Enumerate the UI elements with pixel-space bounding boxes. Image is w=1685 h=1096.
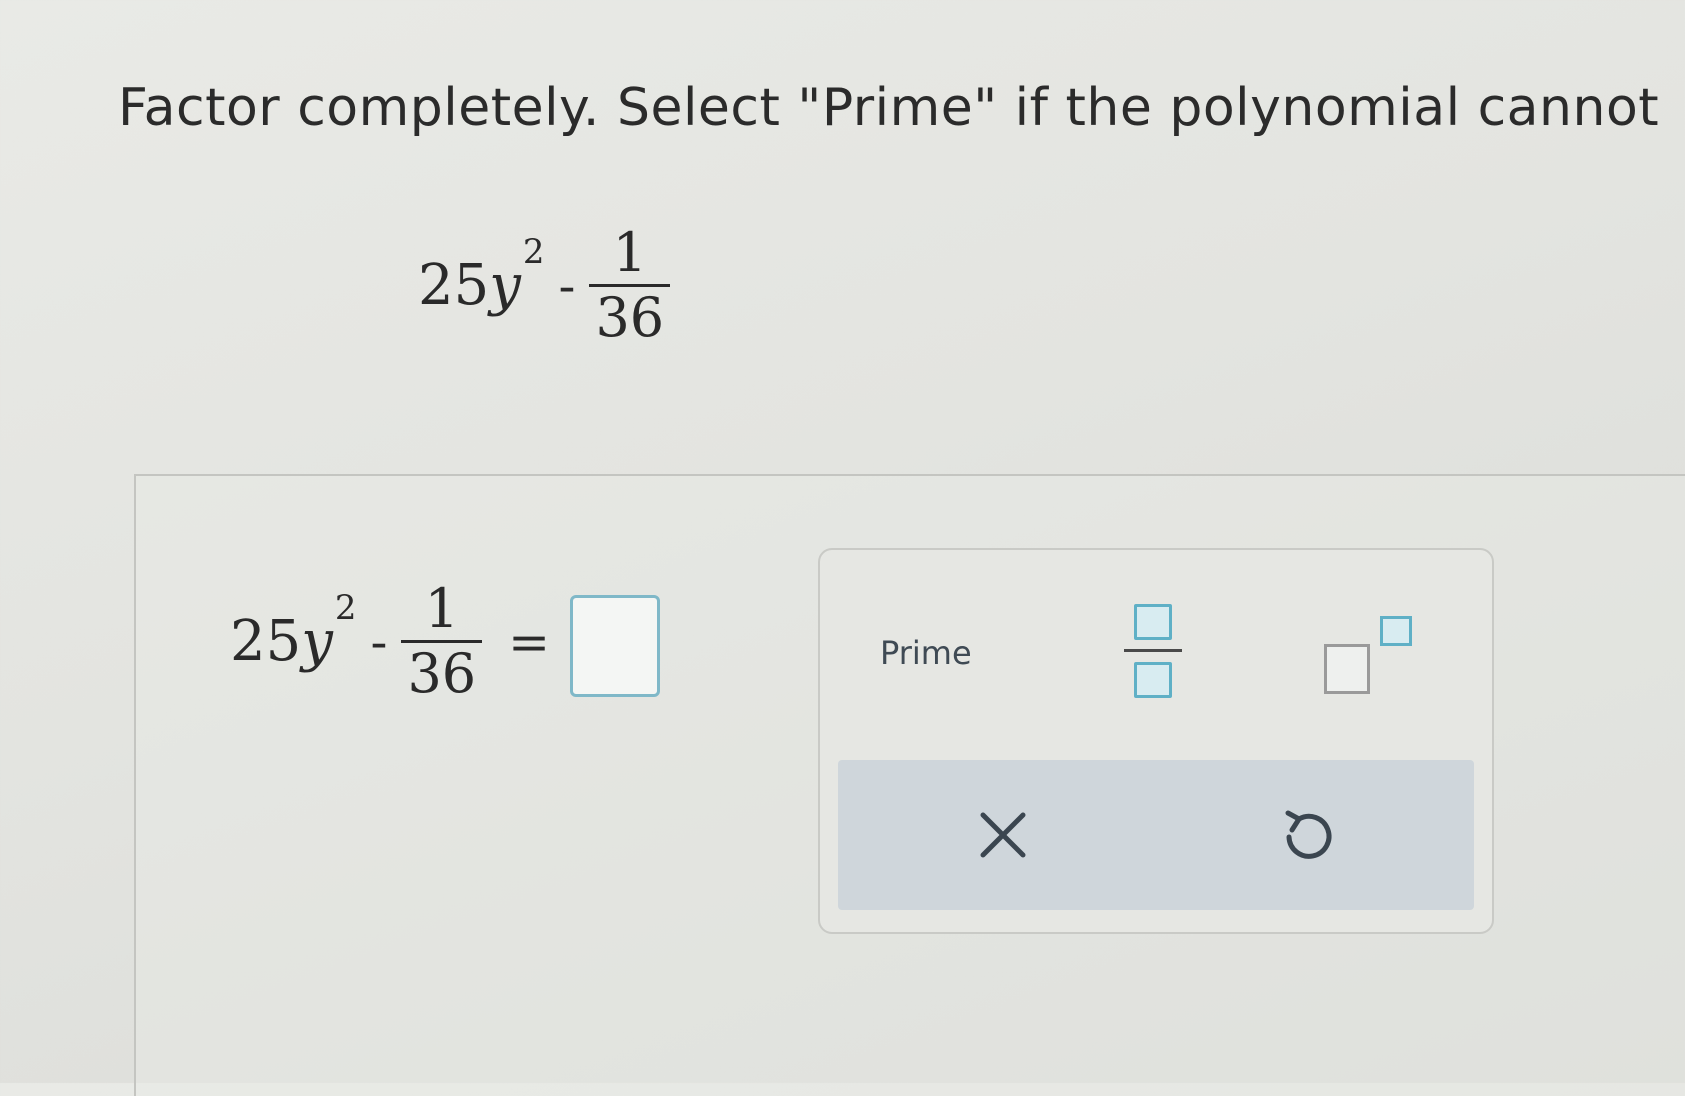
answer-input[interactable]: [570, 594, 661, 697]
close-icon: [980, 812, 1026, 858]
answer-variable: y: [301, 609, 333, 675]
equals-sign: =: [508, 612, 551, 671]
undo-button[interactable]: [1252, 780, 1362, 890]
exponent-base-box-icon: [1324, 644, 1370, 694]
answer-expression: 25 y 2 - 1 36 =: [230, 577, 661, 706]
fraction-template-button[interactable]: [1122, 604, 1182, 714]
toolbox-bottom-row: [838, 760, 1474, 910]
answer-fraction-numerator: 1: [424, 577, 459, 640]
fraction-numerator-box-icon: [1134, 604, 1172, 640]
fraction-denominator-box-icon: [1134, 662, 1172, 698]
exponent-power-box-icon: [1380, 616, 1412, 646]
answer-exponent: 2: [334, 587, 357, 628]
expression-minus: -: [558, 256, 576, 315]
answer-minus: -: [370, 612, 388, 671]
fraction-bar-icon: [1124, 649, 1182, 652]
expression-exponent: 2: [522, 231, 545, 272]
toolbox-top-row: Prime: [820, 550, 1492, 758]
fraction-numerator: 1: [612, 221, 647, 284]
math-toolbox: Prime: [818, 548, 1494, 934]
question-expression: 25 y 2 - 1 36: [418, 221, 671, 350]
expression-variable: y: [489, 253, 521, 319]
answer-coefficient: 25: [230, 609, 302, 675]
answer-fraction-denominator: 36: [407, 642, 477, 706]
prime-button[interactable]: Prime: [880, 634, 972, 672]
answer-fraction: 1 36: [401, 577, 483, 706]
clear-button[interactable]: [948, 780, 1058, 890]
expression-fraction: 1 36: [589, 221, 671, 350]
undo-icon: [1285, 810, 1332, 859]
exponent-template-button[interactable]: [1324, 604, 1424, 704]
expression-coefficient: 25: [418, 253, 490, 319]
fraction-denominator: 36: [595, 286, 665, 350]
question-prompt: Factor completely. Select "Prime" if the…: [118, 78, 1660, 138]
